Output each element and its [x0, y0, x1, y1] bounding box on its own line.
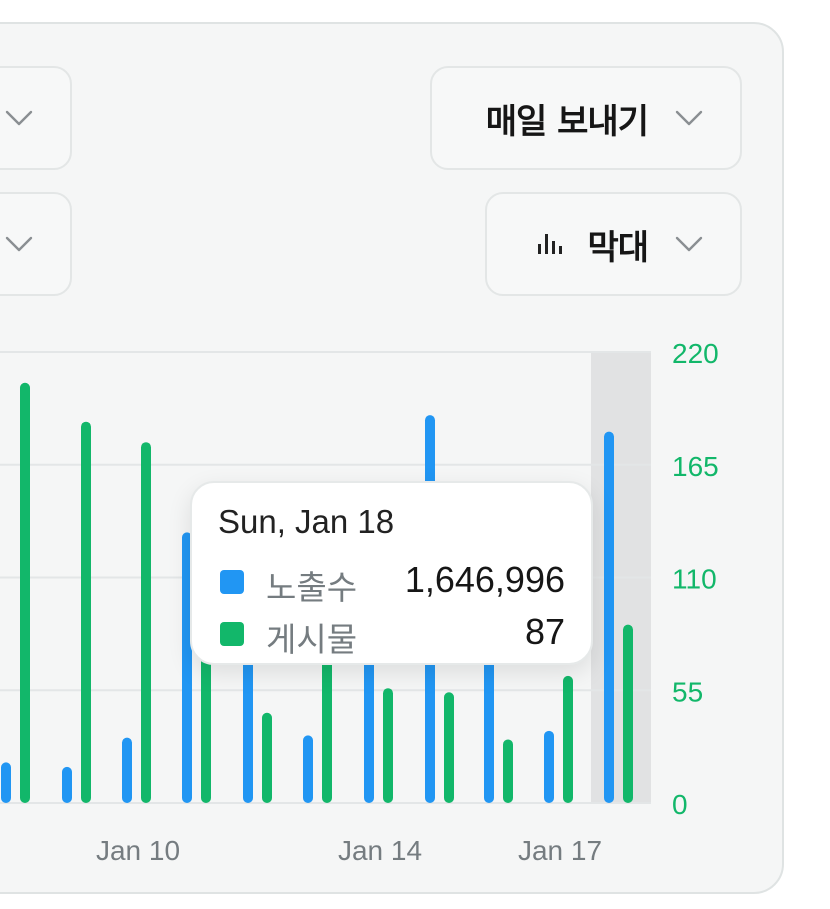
y-tick-label: 165	[672, 451, 719, 482]
posts-bar	[563, 675, 573, 803]
posts-swatch	[220, 622, 244, 646]
impressions-swatch	[220, 570, 244, 594]
posts-bar	[503, 739, 513, 803]
y-tick-label: 0	[672, 789, 688, 820]
tooltip-row-impressions: 노출수 1,646,996	[218, 559, 565, 607]
impressions-bar	[544, 730, 554, 803]
x-tick-label: Jan 10	[96, 835, 180, 866]
posts-bar	[623, 624, 633, 803]
posts-bar	[81, 421, 91, 803]
x-tick-label: Jan 17	[518, 835, 602, 866]
y-tick-label: 220	[672, 338, 719, 369]
y-tick-label: 110	[672, 564, 717, 595]
y-tick-label: 55	[672, 676, 703, 707]
tooltip-series-name: 노출수	[266, 568, 358, 607]
impressions-bar	[62, 766, 72, 803]
impressions-bar	[604, 431, 614, 803]
tooltip-title: Sun, Jan 18	[218, 503, 395, 540]
chart-tooltip: Sun, Jan 18 노출수 1,646,996 게시물 87	[190, 481, 593, 665]
posts-bar	[444, 692, 454, 803]
impressions-bar	[1, 762, 11, 803]
impressions-bar	[303, 735, 313, 803]
bar-chart: 0 55 110 165 220 Jan 10 Jan 14 Jan 17	[0, 338, 719, 866]
x-tick-label: Jan 14	[338, 835, 422, 866]
posts-bar	[322, 653, 332, 803]
tooltip-series-value: 87	[524, 611, 565, 652]
posts-bar	[141, 442, 151, 803]
posts-bar	[383, 688, 393, 803]
posts-bar	[262, 712, 272, 803]
impressions-bar	[122, 737, 132, 803]
tooltip-series-name: 게시물	[266, 620, 358, 659]
tooltip-series-value: 1,646,996	[404, 559, 565, 600]
tooltip-row-posts: 게시물 87	[218, 611, 565, 659]
posts-bar	[20, 382, 30, 803]
